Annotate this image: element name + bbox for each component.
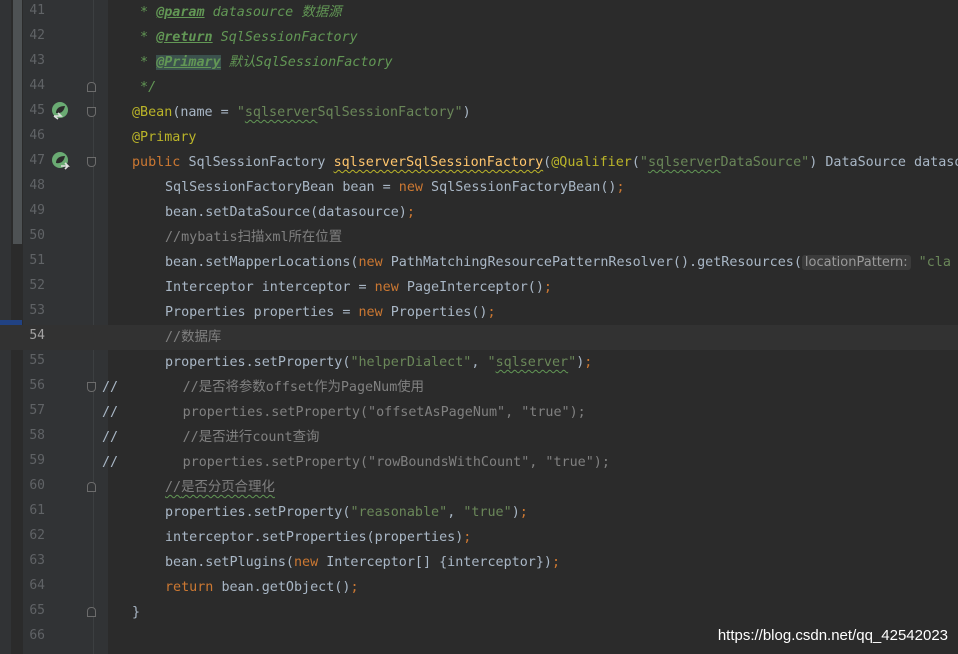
- code-line[interactable]: 63 bean.setPlugins(new Interceptor[] {in…: [0, 550, 958, 575]
- line-number: 56: [29, 378, 45, 393]
- code-line[interactable]: 49 bean.setDataSource(datasource);: [0, 200, 958, 225]
- line-number: 65: [29, 603, 45, 618]
- line-number: 53: [29, 303, 45, 318]
- line-number: 49: [29, 203, 45, 218]
- line-number: 58: [29, 428, 45, 443]
- code-text: }: [132, 605, 141, 620]
- code-text: // //是否进行count查询: [102, 430, 320, 445]
- code-text: //数据库: [165, 330, 222, 345]
- code-line[interactable]: 47 public SqlSessionFactory sqlserverSql…: [0, 150, 958, 175]
- code-line[interactable]: 52 Interceptor interceptor = new PageInt…: [0, 275, 958, 300]
- code-text: @Primary: [132, 130, 197, 145]
- line-number: 57: [29, 403, 45, 418]
- code-line[interactable]: 44 */: [0, 75, 958, 100]
- code-line[interactable]: 60 //是否分页合理化: [0, 475, 958, 500]
- code-line[interactable]: 42 * @return SqlSessionFactory: [0, 25, 958, 50]
- line-number: 46: [29, 128, 45, 143]
- line-number: 41: [29, 3, 45, 18]
- code-text: * @return SqlSessionFactory: [132, 30, 358, 45]
- line-number: 43: [29, 53, 45, 68]
- code-text: properties.setProperty("helperDialect", …: [165, 355, 593, 370]
- code-text: // properties.setProperty("offsetAsPageN…: [102, 405, 586, 420]
- code-line[interactable]: 48 SqlSessionFactoryBean bean = new SqlS…: [0, 175, 958, 200]
- code-text: SqlSessionFactoryBean bean = new SqlSess…: [165, 180, 625, 195]
- code-line[interactable]: 56 // //是否将参数offset作为PageNum使用: [0, 375, 958, 400]
- code-text: properties.setProperty("reasonable", "tr…: [165, 505, 528, 520]
- fold-marker-icon[interactable]: [87, 157, 96, 167]
- line-number: 64: [29, 578, 45, 593]
- spring-bean-navigate-back-icon[interactable]: [50, 101, 72, 121]
- code-line[interactable]: 51 bean.setMapperLocations(new PathMatch…: [0, 250, 958, 275]
- line-number: 48: [29, 178, 45, 193]
- line-number: 52: [29, 278, 45, 293]
- code-line[interactable]: 43 * @Primary 默认SqlSessionFactory: [0, 50, 958, 75]
- code-line-current[interactable]: 54 //数据库: [0, 325, 958, 350]
- code-line[interactable]: 64 return bean.getObject();: [0, 575, 958, 600]
- spring-bean-navigate-forward-icon[interactable]: [50, 151, 72, 171]
- code-line[interactable]: 46 @Primary: [0, 125, 958, 150]
- line-number: 42: [29, 28, 45, 43]
- code-text: * @Primary 默认SqlSessionFactory: [132, 55, 393, 70]
- code-text: public SqlSessionFactory sqlserverSqlSes…: [132, 155, 958, 170]
- code-editor[interactable]: 41 * @param datasource 数据源 42 * @return …: [0, 0, 958, 654]
- line-number: 60: [29, 478, 45, 493]
- line-number: 59: [29, 453, 45, 468]
- fold-marker-icon[interactable]: [87, 82, 96, 92]
- watermark: https://blog.csdn.net/qq_42542023: [717, 627, 948, 644]
- fold-marker-icon[interactable]: [87, 107, 96, 117]
- code-line[interactable]: 45 @Bean(name = "sqlserverSqlSessionFact…: [0, 100, 958, 125]
- line-number: 66: [29, 628, 45, 643]
- fold-marker-icon[interactable]: [87, 482, 96, 492]
- code-text: @Bean(name = "sqlserverSqlSessionFactory…: [132, 105, 471, 120]
- code-line[interactable]: 58 // //是否进行count查询: [0, 425, 958, 450]
- line-number: 50: [29, 228, 45, 243]
- code-text: bean.setMapperLocations(new PathMatching…: [165, 255, 951, 270]
- code-text: //mybatis扫描xml所在位置: [165, 230, 343, 245]
- code-text: interceptor.setProperties(properties);: [165, 530, 472, 545]
- code-line[interactable]: 59 // properties.setProperty("rowBoundsW…: [0, 450, 958, 475]
- fold-marker-icon[interactable]: [87, 607, 96, 617]
- code-text: // //是否将参数offset作为PageNum使用: [102, 380, 425, 395]
- code-text: // properties.setProperty("rowBoundsWith…: [102, 455, 610, 470]
- line-number: 51: [29, 253, 45, 268]
- line-number: 44: [29, 78, 45, 93]
- line-number: 62: [29, 528, 45, 543]
- code-text: Properties properties = new Properties()…: [165, 305, 496, 320]
- parameter-hint: locationPattern:: [801, 255, 911, 270]
- code-line[interactable]: 55 properties.setProperty("helperDialect…: [0, 350, 958, 375]
- code-text: return bean.getObject();: [165, 580, 359, 595]
- code-line[interactable]: 57 // properties.setProperty("offsetAsPa…: [0, 400, 958, 425]
- code-text: //是否分页合理化: [165, 480, 275, 495]
- line-number: 63: [29, 553, 45, 568]
- code-line[interactable]: 50 //mybatis扫描xml所在位置: [0, 225, 958, 250]
- line-number: 55: [29, 353, 45, 368]
- fold-marker-icon[interactable]: [87, 382, 96, 392]
- code-text: */: [132, 80, 157, 95]
- line-number: 47: [29, 153, 45, 168]
- code-line[interactable]: 62 interceptor.setProperties(properties)…: [0, 525, 958, 550]
- line-number: 54: [29, 328, 45, 343]
- code-line[interactable]: 41 * @param datasource 数据源: [0, 0, 958, 25]
- code-line[interactable]: 61 properties.setProperty("reasonable", …: [0, 500, 958, 525]
- code-line[interactable]: 53 Properties properties = new Propertie…: [0, 300, 958, 325]
- code-text: bean.setDataSource(datasource);: [165, 205, 415, 220]
- code-text: * @param datasource 数据源: [132, 5, 342, 20]
- code-line[interactable]: 65 }: [0, 600, 958, 625]
- code-text: Interceptor interceptor = new PageInterc…: [165, 280, 552, 295]
- line-number: 61: [29, 503, 45, 518]
- code-text: bean.setPlugins(new Interceptor[] {inter…: [165, 555, 561, 570]
- line-number: 45: [29, 103, 45, 118]
